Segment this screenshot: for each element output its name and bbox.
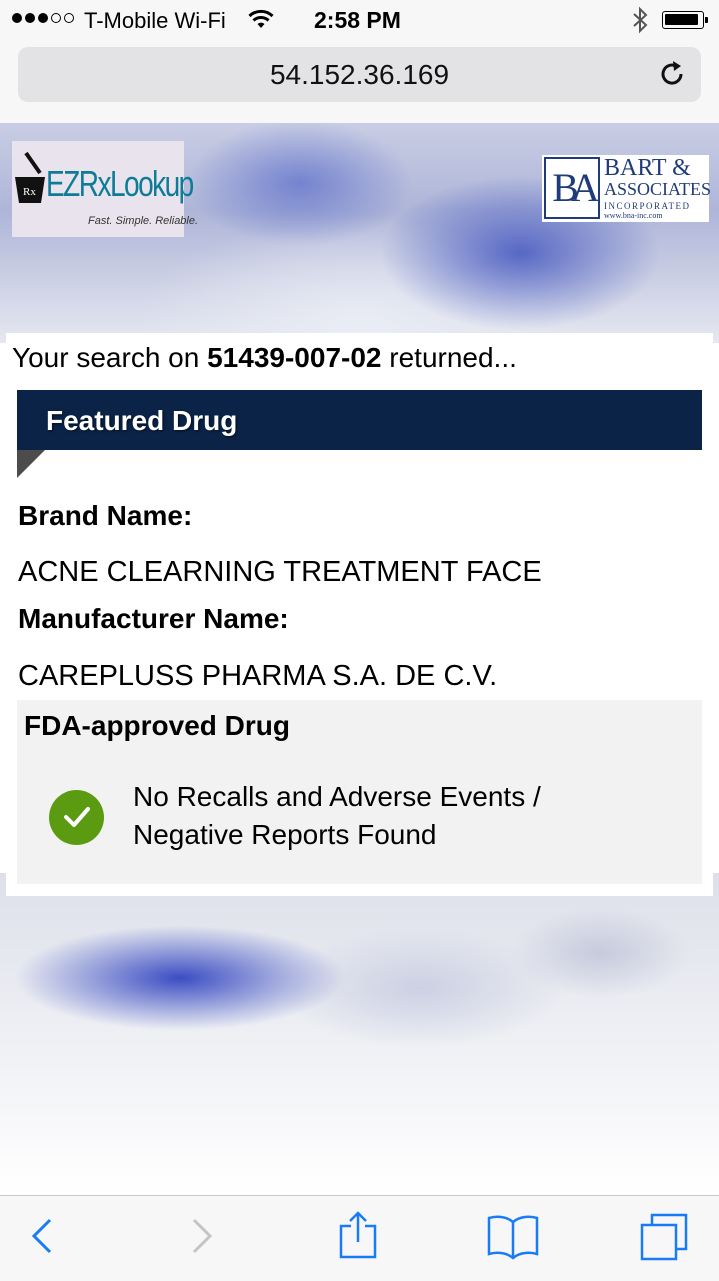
url-text[interactable]: 54.152.36.169 [18,59,701,91]
featured-drug-title: Featured Drug [46,405,238,436]
brand-name-label: Brand Name: [18,500,193,531]
result-card: Your search on 51439-007-02 returned... … [6,333,713,896]
battery-icon [662,11,708,29]
mortar-pestle-icon: Rx [14,151,46,216]
web-page: Rx EZRxLookup Fast. Simple. Reliable. BA… [0,123,719,1195]
address-bar[interactable]: 54.152.36.169 [18,47,701,102]
bart-associates-logo[interactable]: BA BART & ASSOCIATES INCORPORATED www.bn… [542,155,712,222]
signal-strength-icon [12,13,74,23]
ribbon-fold [17,450,45,478]
bluetooth-icon [632,6,648,39]
manufacturer-label: Manufacturer Name: [18,603,289,634]
featured-drug-banner: Featured Drug [17,390,702,450]
carrier-name: T-Mobile Wi-Fi [84,8,226,33]
svg-text:Rx: Rx [23,186,36,198]
reload-icon[interactable] [659,59,687,94]
bookmarks-icon[interactable] [486,1212,540,1265]
bart-name: BART & [604,155,691,181]
ezrxlookup-logo[interactable]: Rx EZRxLookup Fast. Simple. Reliable. [12,141,198,237]
search-summary: Your search on 51439-007-02 returned... [12,342,517,373]
status-bar: T-Mobile Wi-Fi 2:58 PM [0,0,719,40]
bart-website: www.bna-inc.com [604,211,663,220]
brand-name-value: ACNE CLEARNING TREATMENT FACE [18,556,542,588]
recall-status-message: No Recalls and Adverse Events / Negative… [133,781,541,850]
wifi-icon [248,8,274,35]
fda-status-panel: FDA-approved Drug No Recalls and Adverse… [17,700,702,884]
ezrxlookup-tagline: Fast. Simple. Reliable. [88,215,199,227]
ndc-code: 51439-007-02 [207,342,382,373]
clock: 2:58 PM [314,7,401,33]
background-capsule-image [0,873,719,1195]
bart-monogram: BA [544,157,600,219]
tabs-icon[interactable] [638,1212,690,1267]
fda-approved-heading: FDA-approved Drug [24,710,290,741]
bart-associates: ASSOCIATES [604,179,712,199]
check-icon [49,790,104,845]
bart-incorporated: INCORPORATED [604,201,691,211]
forward-icon[interactable] [188,1214,216,1263]
ezrxlookup-wordmark: EZRxLookup [46,163,194,204]
manufacturer-value: CAREPLUSS PHARMA S.A. DE C.V. [18,660,498,692]
browser-toolbar [0,1195,719,1281]
back-icon[interactable] [28,1214,56,1263]
share-icon[interactable] [338,1210,378,1265]
